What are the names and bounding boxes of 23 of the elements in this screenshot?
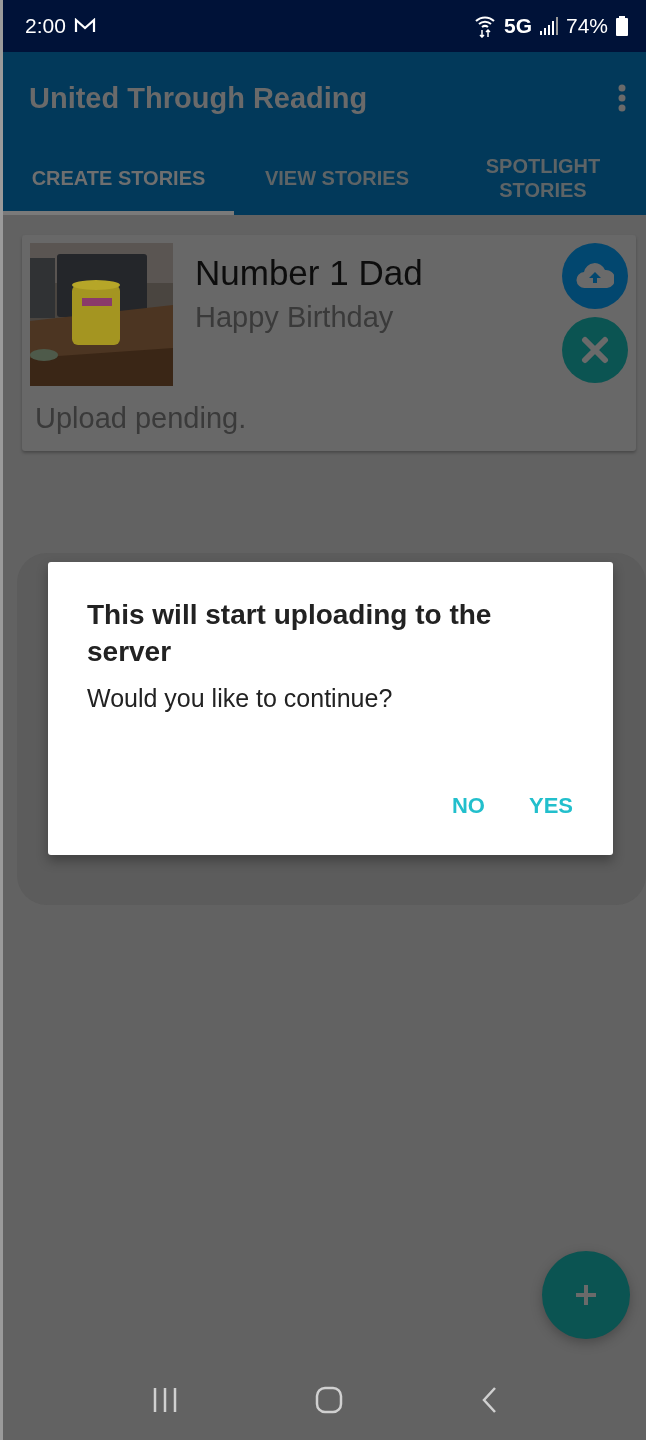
plus-icon — [575, 1284, 597, 1306]
battery-percent: 74% — [565, 14, 608, 38]
dialog-title: This will start uploading to the server — [87, 598, 493, 669]
recent-apps-icon[interactable] — [151, 1387, 178, 1413]
clock-time: 2:00 — [25, 14, 66, 38]
dialog-button[interactable]: YES — [528, 789, 573, 823]
close-icon — [581, 336, 609, 364]
signal-icon — [539, 17, 558, 35]
tab[interactable]: VIEW STORIES — [234, 144, 440, 215]
network-type: 5G — [503, 14, 532, 38]
mail-icon — [73, 18, 96, 34]
battery-icon — [616, 16, 628, 36]
wifi-icon — [473, 14, 496, 38]
tab[interactable]: CREATE STORIES — [3, 144, 234, 215]
app-title: United Through Reading — [29, 81, 369, 115]
story-title: Number 1 Dad — [195, 253, 424, 293]
home-icon[interactable] — [315, 1386, 344, 1414]
tab[interactable]: SPOTLIGHT STORIES — [440, 144, 646, 215]
dialog-button[interactable]: NO — [451, 789, 485, 823]
cloud-upload-icon — [576, 263, 614, 289]
more-options-icon[interactable] — [618, 84, 626, 112]
back-icon[interactable] — [481, 1386, 498, 1414]
dialog-message: Would you like to continue? — [87, 684, 394, 713]
